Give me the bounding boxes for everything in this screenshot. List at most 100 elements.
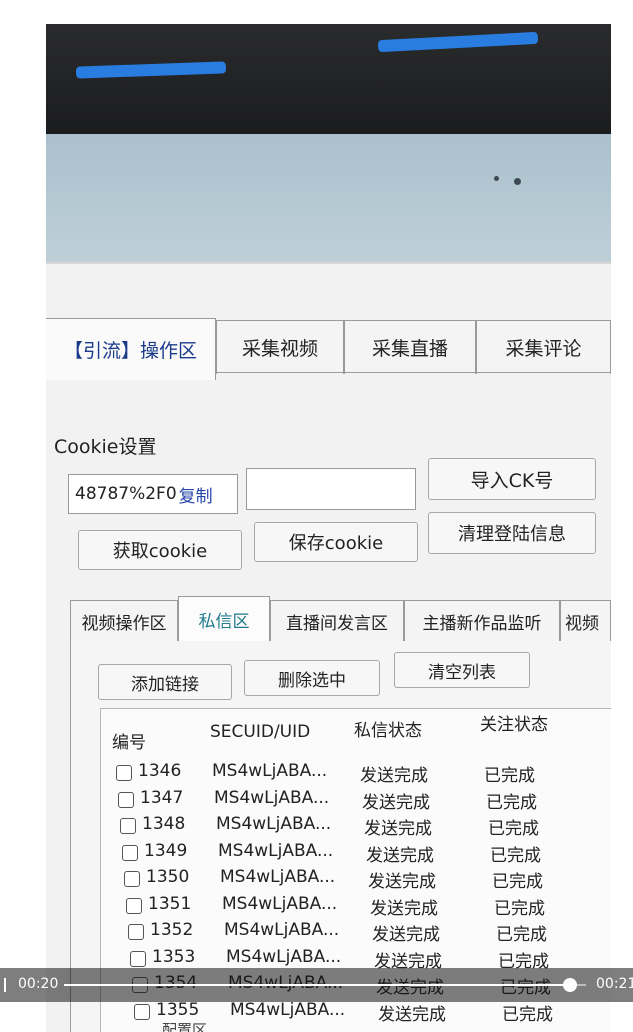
table-row[interactable]: 1348 MS4wLjABA... 发送完成 已完成 xyxy=(120,813,600,839)
row-secuid: MS4wLjABA... xyxy=(216,814,332,834)
tab-traffic-operations[interactable]: 【引流】操作区 xyxy=(46,318,216,380)
tab-label: 采集直播 xyxy=(371,338,448,360)
row-secuid: MS4wLjABA... xyxy=(224,920,340,940)
row-follow-status: 已完成 xyxy=(484,766,535,786)
tab-collect-live[interactable]: 采集直播 xyxy=(344,320,476,374)
row-checkbox[interactable] xyxy=(126,897,142,914)
subtab-label: 主播新作品监听 xyxy=(422,614,542,634)
get-cookie-button[interactable]: 获取cookie xyxy=(78,530,242,570)
copy-link[interactable]: 复制 xyxy=(179,482,213,507)
row-number: 1346 xyxy=(138,761,182,781)
seek-bar-progress xyxy=(64,984,571,986)
table-row[interactable]: 1349 MS4wLjABA... 发送完成 已完成 xyxy=(122,840,602,866)
row-number: 1347 xyxy=(140,787,184,808)
cookie-value: 48787%2F0 xyxy=(75,484,177,504)
row-checkbox[interactable] xyxy=(124,871,140,887)
row-dm-status: 发送完成 xyxy=(362,792,430,813)
subtab-label: 私信区 xyxy=(198,612,250,632)
row-checkbox[interactable] xyxy=(122,844,138,861)
seek-handle[interactable] xyxy=(563,978,578,992)
taskbar-highlight xyxy=(75,61,227,79)
save-cookie-label: 保存cookie xyxy=(288,533,384,554)
account-field[interactable] xyxy=(246,468,416,510)
tab-label: 采集视频 xyxy=(241,338,318,360)
row-secuid: MS4wLjABA... xyxy=(226,946,342,967)
row-secuid: MS4wLjABA... xyxy=(214,787,330,808)
row-dm-status: 发送完成 xyxy=(368,872,436,892)
row-follow-status: 已完成 xyxy=(488,819,539,839)
subtab-live-comments[interactable]: 直播间发言区 xyxy=(270,600,404,642)
monitor-bezel xyxy=(46,24,611,144)
column-header-dm-status[interactable]: 私信状态 xyxy=(354,716,422,741)
column-header-number[interactable]: 编号 xyxy=(112,728,146,753)
row-checkbox[interactable] xyxy=(120,818,136,834)
import-ck-button[interactable]: 导入CK号 xyxy=(428,458,596,500)
row-secuid: MS4wLjABA... xyxy=(212,761,328,781)
cookie-value-field[interactable]: 48787%2F0 复制 xyxy=(68,474,238,514)
clear-list-label: 清空列表 xyxy=(428,662,496,683)
row-checkbox[interactable] xyxy=(118,791,134,808)
add-link-button[interactable]: 添加链接 xyxy=(98,664,232,700)
subtab-anchor-monitor[interactable]: 主播新作品监听 xyxy=(404,600,560,642)
subtab-private-message[interactable]: 私信区 xyxy=(178,596,270,642)
cookie-section-title: Cookie设置 xyxy=(54,436,157,458)
subtab-video-more[interactable]: 视频 xyxy=(560,600,611,642)
photographed-monitor: 【引流】操作区 采集视频 采集直播 采集评论 Cookie设置 48787%2F… xyxy=(46,24,611,1032)
import-ck-label: 导入CK号 xyxy=(470,469,554,492)
tab-divider xyxy=(216,372,611,373)
clear-login-label: 清理登陆信息 xyxy=(458,524,566,545)
config-section-label: 配置区 xyxy=(162,1021,208,1032)
row-follow-status: 已完成 xyxy=(502,1004,553,1025)
subtab-label: 直播间发言区 xyxy=(286,614,388,634)
table-row[interactable]: 1352 MS4wLjABA... 发送完成 已完成 xyxy=(128,919,608,945)
app-window: 【引流】操作区 采集视频 采集直播 采集评论 Cookie设置 48787%2F… xyxy=(46,262,611,1032)
total-time: 00:21 xyxy=(596,976,633,992)
row-secuid: MS4wLjABA... xyxy=(218,840,334,861)
row-secuid: MS4wLjABA... xyxy=(220,867,336,887)
subtab-label: 视频 xyxy=(565,614,599,634)
row-dm-status: 发送完成 xyxy=(372,925,440,945)
pause-icon[interactable] xyxy=(4,978,6,992)
row-follow-status: 已完成 xyxy=(486,792,537,813)
tab-collect-video[interactable]: 采集视频 xyxy=(216,320,344,374)
row-dm-status: 发送完成 xyxy=(370,898,438,919)
tab-collect-comments[interactable]: 采集评论 xyxy=(476,320,611,374)
tab-label: 采集评论 xyxy=(505,338,582,360)
row-checkbox[interactable] xyxy=(116,765,132,781)
screen-speck xyxy=(514,178,521,185)
row-checkbox[interactable] xyxy=(130,950,146,967)
table-row[interactable]: 1346 MS4wLjABA... 发送完成 已完成 xyxy=(116,760,596,786)
table-row[interactable]: 1351 MS4wLjABA... 发送完成 已完成 xyxy=(126,893,606,919)
table-row[interactable]: 1347 MS4wLjABA... 发送完成 已完成 xyxy=(118,787,598,813)
row-number: 1355 xyxy=(156,999,200,1020)
save-cookie-button[interactable]: 保存cookie xyxy=(254,522,418,562)
row-dm-status: 发送完成 xyxy=(360,766,428,786)
video-player-bar: 00:20 00:21 xyxy=(0,968,633,1002)
row-dm-status: 发送完成 xyxy=(378,1004,446,1025)
row-checkbox[interactable] xyxy=(134,1003,150,1020)
column-header-follow-status[interactable]: 关注状态 xyxy=(480,710,548,735)
row-number: 1350 xyxy=(146,867,190,887)
delete-selected-label: 删除选中 xyxy=(278,670,346,691)
row-secuid: MS4wLjABA... xyxy=(222,893,338,914)
clear-list-button[interactable]: 清空列表 xyxy=(394,652,530,688)
add-link-label: 添加链接 xyxy=(131,674,199,695)
taskbar-highlight xyxy=(377,31,539,53)
row-checkbox[interactable] xyxy=(128,924,144,940)
clear-login-button[interactable]: 清理登陆信息 xyxy=(428,512,596,554)
row-dm-status: 发送完成 xyxy=(364,819,432,839)
seek-bar[interactable] xyxy=(64,984,586,986)
current-time: 00:20 xyxy=(18,976,59,992)
row-number: 1352 xyxy=(150,920,194,940)
row-number: 1351 xyxy=(148,893,192,914)
column-header-secuid[interactable]: SECUID/UID xyxy=(210,722,310,742)
row-follow-status: 已完成 xyxy=(492,872,543,892)
subtab-label: 视频操作区 xyxy=(81,614,167,634)
delete-selected-button[interactable]: 删除选中 xyxy=(244,660,380,696)
row-follow-status: 已完成 xyxy=(490,845,541,866)
row-dm-status: 发送完成 xyxy=(366,845,434,866)
subtab-video-operations[interactable]: 视频操作区 xyxy=(70,600,178,642)
row-secuid: MS4wLjABA... xyxy=(230,999,346,1020)
table-row[interactable]: 1350 MS4wLjABA... 发送完成 已完成 xyxy=(124,866,604,892)
screen-speck xyxy=(494,176,499,181)
